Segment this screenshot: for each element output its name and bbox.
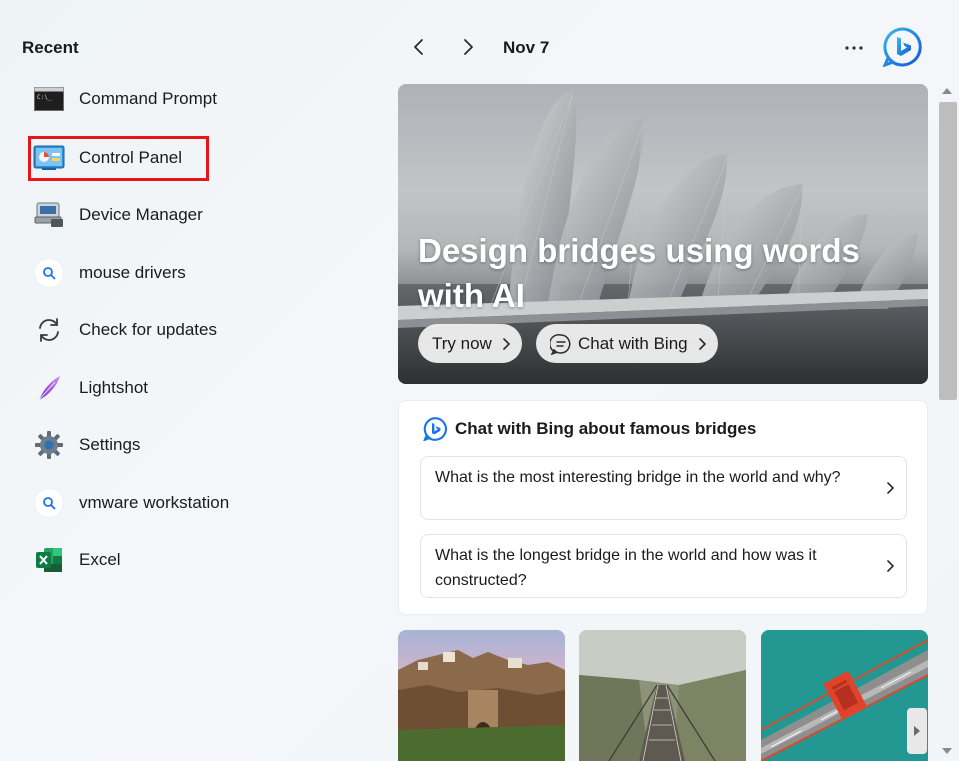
golden-gate-bridge-image — [761, 630, 928, 761]
play-right-icon — [914, 726, 920, 736]
recent-item-mouse-drivers[interactable]: mouse drivers — [30, 250, 360, 296]
recent-panel: Recent C:\_ Command Prompt Control Panel… — [0, 0, 380, 761]
scrollbar[interactable] — [936, 82, 958, 761]
hero-title: Design bridges using words with AI — [418, 232, 860, 314]
search-result-icon — [32, 256, 66, 290]
scroll-down-arrow-icon[interactable] — [941, 746, 953, 756]
recent-item-label: Settings — [79, 435, 141, 454]
lightshot-feather-icon — [32, 371, 66, 405]
chevron-right-icon — [887, 482, 894, 494]
recent-item-device-manager[interactable]: Device Manager — [30, 192, 360, 238]
more-dots-icon — [845, 46, 863, 50]
chat-bubble-icon — [550, 333, 571, 355]
chat-card-header: Chat with Bing about famous bridges — [423, 417, 756, 441]
recent-item-vmware-workstation[interactable]: vmware workstation — [30, 480, 360, 526]
bing-logo-icon — [882, 27, 922, 67]
bing-logo-icon — [423, 417, 447, 441]
recent-item-lightshot[interactable]: Lightshot — [30, 365, 360, 411]
chat-card-title: Chat with Bing about famous bridges — [455, 419, 757, 438]
back-button[interactable] — [404, 32, 434, 62]
refresh-icon — [32, 313, 66, 347]
search-result-icon — [32, 486, 66, 520]
excel-icon — [32, 543, 66, 577]
search-icon — [35, 489, 63, 517]
thumbnail-suspension-bridge[interactable] — [579, 630, 746, 761]
chevron-right-icon — [887, 560, 894, 572]
recent-item-check-for-updates[interactable]: Check for updates — [30, 307, 360, 353]
hero-card[interactable]: Design bridges using words with AI Try n… — [398, 84, 928, 384]
recent-item-settings[interactable]: Settings — [30, 422, 360, 468]
recent-item-command-prompt[interactable]: C:\_ Command Prompt — [30, 76, 360, 122]
command-prompt-icon: C:\_ — [32, 82, 66, 116]
recent-item-label: vmware workstation — [79, 493, 230, 512]
question-text: What is the most interesting bridge in t… — [435, 469, 841, 486]
chevron-right-icon — [464, 39, 473, 55]
device-manager-icon — [32, 198, 66, 232]
chat-with-bing-label: Chat with Bing — [578, 333, 688, 353]
svg-text:C:\_: C:\_ — [37, 94, 52, 101]
chevron-right-icon — [698, 337, 706, 350]
carousel-next-button[interactable] — [907, 708, 927, 754]
suggested-question[interactable]: What is the longest bridge in the world … — [420, 534, 907, 598]
date-label: Nov 7 — [503, 38, 550, 57]
suggested-question[interactable]: What is the most interesting bridge in t… — [420, 456, 907, 520]
chevron-right-icon — [503, 337, 510, 350]
thumbnail-golden-gate-bridge[interactable] — [761, 630, 928, 761]
recent-item-label: mouse drivers — [79, 263, 186, 282]
recent-item-label: Device Manager — [79, 205, 203, 224]
bing-chat-button[interactable] — [882, 26, 922, 68]
scroll-thumb[interactable] — [939, 102, 957, 400]
recent-title: Recent — [22, 38, 79, 57]
widgets-header: Nov 7 — [398, 22, 938, 72]
thumbnail-ronda-bridge[interactable] — [398, 630, 565, 761]
chevron-left-icon — [414, 39, 423, 55]
ronda-bridge-image — [398, 630, 565, 761]
scroll-up-arrow-icon[interactable] — [941, 86, 953, 96]
more-options-button[interactable] — [838, 34, 870, 62]
recent-item-label: Lightshot — [79, 378, 148, 397]
chat-with-bing-button[interactable]: Chat with Bing — [536, 324, 718, 363]
gear-icon — [32, 428, 66, 462]
recent-item-label: Excel — [79, 550, 121, 569]
search-icon — [35, 259, 63, 287]
recent-item-label: Check for updates — [79, 320, 217, 339]
chat-with-bing-card: Chat with Bing about famous bridges What… — [398, 400, 928, 615]
forward-button[interactable] — [453, 32, 483, 62]
recent-item-excel[interactable]: Excel — [30, 537, 360, 583]
question-text: What is the longest bridge in the world … — [435, 547, 817, 589]
recent-item-label: Command Prompt — [79, 89, 217, 108]
try-now-label: Try now — [432, 333, 492, 353]
suspension-bridge-image — [579, 630, 746, 761]
try-now-button[interactable]: Try now — [418, 324, 522, 363]
highlight-box — [28, 136, 209, 181]
